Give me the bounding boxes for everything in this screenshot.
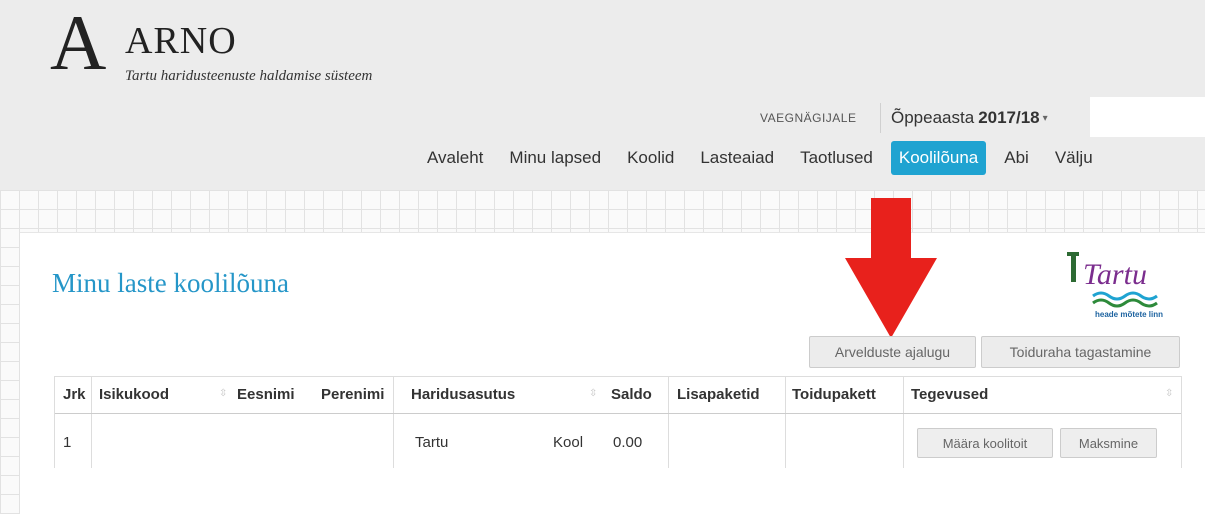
nav-avaleht[interactable]: Avaleht bbox=[419, 141, 491, 175]
school-year-dropdown[interactable]: Õppeaasta 2017/18 ▾ bbox=[880, 103, 1048, 133]
red-arrow-annotation-icon bbox=[845, 198, 937, 338]
cell-haridusasutus-1: Tartu bbox=[415, 434, 449, 451]
app-header: A ARNO Tartu haridusteenuste haldamise s… bbox=[0, 0, 1205, 190]
col-isikukood[interactable]: Isikukood bbox=[99, 386, 169, 403]
main-nav: Avaleht Minu lapsed Koolid Lasteaiad Tao… bbox=[419, 138, 1111, 178]
assign-school-meal-button[interactable]: Määra koolitoit bbox=[917, 428, 1053, 458]
logo-tagline: heade mõtete linn bbox=[1095, 310, 1163, 319]
lunch-table: Jrk Isikukood ⇳ Eesnimi Perenimi Haridus… bbox=[54, 376, 1182, 468]
logo-wordmark: Tartu bbox=[1083, 258, 1147, 291]
nav-koolilouna[interactable]: Koolilõuna bbox=[890, 141, 987, 175]
nav-koolid[interactable]: Koolid bbox=[619, 141, 682, 175]
nav-valju[interactable]: Välju bbox=[1047, 141, 1101, 175]
col-jrk[interactable]: Jrk bbox=[63, 386, 86, 403]
page-title: Minu laste koolilõuna bbox=[52, 268, 289, 298]
header-divider bbox=[55, 413, 1181, 414]
sort-icon: ⇳ bbox=[1165, 388, 1174, 399]
payment-button[interactable]: Maksmine bbox=[1060, 428, 1157, 458]
col-eesnimi[interactable]: Eesnimi bbox=[237, 386, 295, 403]
sort-icon: ⇳ bbox=[219, 388, 228, 399]
header-search-box[interactable] bbox=[1090, 97, 1205, 137]
cell-jrk: 1 bbox=[63, 434, 72, 451]
logo-letter: A bbox=[50, 0, 107, 86]
col-lisapaketid[interactable]: Lisapaketid bbox=[677, 386, 760, 403]
billing-history-button[interactable]: Arvelduste ajalugu bbox=[809, 336, 976, 368]
tartu-city-logo: Tartu heade mõtete linn bbox=[1067, 252, 1163, 319]
low-vision-link[interactable]: VAEGNÄGIJALE bbox=[760, 103, 856, 133]
sort-icon: ⇳ bbox=[589, 388, 598, 399]
cell-saldo: 0.00 bbox=[613, 434, 643, 451]
app-name: ARNO bbox=[125, 20, 237, 62]
nav-abi[interactable]: Abi bbox=[996, 141, 1037, 175]
nav-minu-lapsed[interactable]: Minu lapsed bbox=[501, 141, 609, 175]
col-toidupakett[interactable]: Toidupakett bbox=[792, 386, 876, 403]
nav-taotlused[interactable]: Taotlused bbox=[792, 141, 881, 175]
year-label: Õppeaasta bbox=[891, 108, 975, 127]
col-saldo[interactable]: Saldo bbox=[611, 386, 652, 403]
cell-haridusasutus-2: Kool bbox=[553, 434, 584, 451]
app-subtitle: Tartu haridusteenuste haldamise süsteem bbox=[125, 68, 373, 84]
col-perenimi[interactable]: Perenimi bbox=[321, 386, 384, 403]
col-tegevused[interactable]: Tegevused bbox=[911, 386, 988, 403]
chevron-down-icon: ▾ bbox=[1042, 112, 1048, 124]
year-value: 2017/18 bbox=[978, 108, 1040, 127]
nav-lasteaiad[interactable]: Lasteaiad bbox=[692, 141, 782, 175]
meal-money-refund-button[interactable]: Toiduraha tagastamine bbox=[981, 336, 1180, 368]
col-haridusasutus[interactable]: Haridusasutus bbox=[411, 386, 515, 403]
